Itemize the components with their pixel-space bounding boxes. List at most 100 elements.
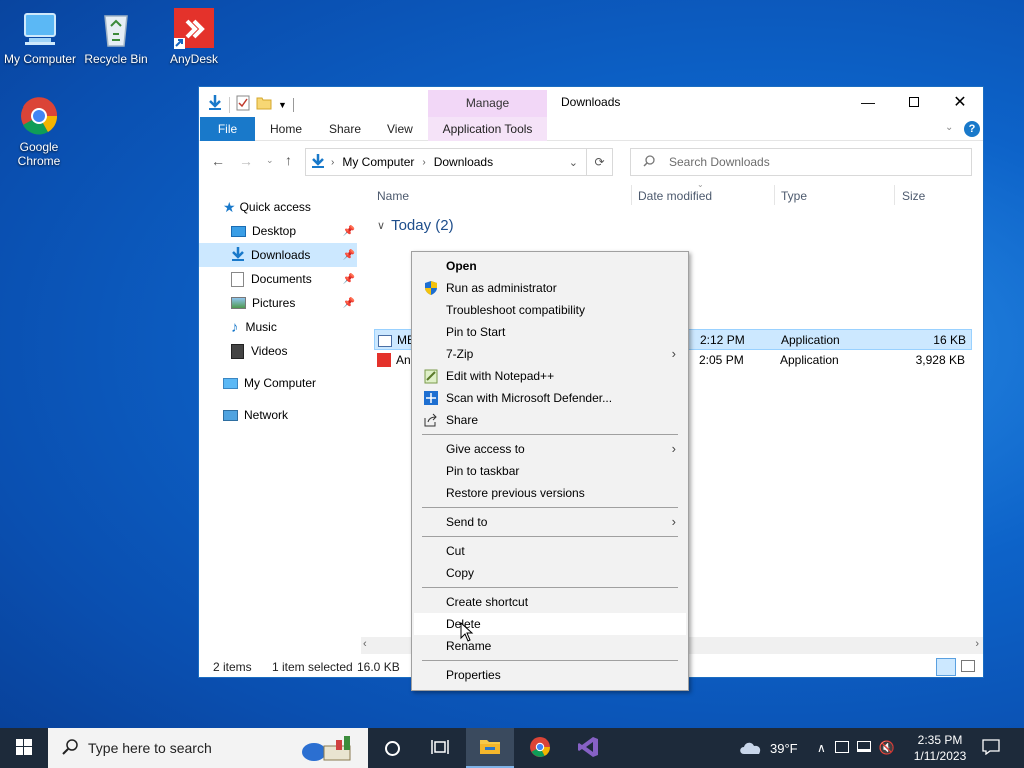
menu-item-give-access[interactable]: Give access to › — [414, 438, 686, 460]
cortana-button[interactable] — [368, 728, 416, 768]
desktop-icon-label: My Computer — [3, 52, 77, 66]
sidebar-item-videos[interactable]: Videos — [199, 339, 357, 363]
sidebar-item-pictures[interactable]: Pictures 📌 — [199, 291, 357, 315]
sidebar-item-my-computer[interactable]: My Computer — [223, 371, 316, 395]
forward-arrow-icon[interactable]: → — [239, 153, 253, 169]
breadcrumb-my-computer[interactable]: My Computer — [342, 155, 414, 169]
group-header-today[interactable]: ∨ Today (2) — [377, 217, 454, 234]
menu-item-copy[interactable]: Copy — [414, 562, 686, 584]
search-icon — [62, 738, 78, 758]
properties-icon[interactable] — [236, 95, 250, 114]
show-hidden-icons-chevron-icon[interactable]: ∧ — [817, 741, 826, 755]
tab-application-tools[interactable]: Application Tools — [428, 117, 547, 141]
sidebar-item-documents[interactable]: Documents 📌 — [199, 267, 357, 291]
uac-shield-icon — [423, 280, 439, 296]
documents-icon — [231, 271, 244, 287]
back-arrow-icon[interactable]: ← — [211, 153, 225, 169]
submenu-arrow-icon: › — [671, 441, 676, 456]
menu-item-pin-to-taskbar[interactable]: Pin to taskbar — [414, 460, 686, 482]
taskbar-chrome[interactable] — [516, 728, 564, 768]
menu-item-run-as-administrator[interactable]: Run as administrator — [414, 277, 686, 299]
column-header-size[interactable]: Size — [902, 183, 925, 205]
notification-center-button[interactable] — [968, 728, 1014, 768]
sidebar-item-network[interactable]: Network — [223, 403, 288, 427]
pin-icon[interactable]: 📌 — [343, 274, 355, 285]
menu-item-restore-versions[interactable]: Restore previous versions — [414, 482, 686, 504]
menu-item-delete[interactable]: Delete — [414, 613, 686, 635]
breadcrumb-downloads[interactable]: Downloads — [434, 155, 493, 169]
menu-item-pin-to-start[interactable]: Pin to Start — [414, 321, 686, 343]
pin-icon[interactable]: 📌 — [343, 226, 355, 237]
recent-locations-chevron-icon[interactable]: ⌄ — [266, 155, 274, 166]
anydesk-tray-icon[interactable] — [834, 740, 849, 756]
computer-icon — [223, 377, 238, 389]
taskbar-file-explorer[interactable] — [466, 728, 514, 768]
menu-item-open[interactable]: Open — [414, 255, 686, 277]
sidebar-item-downloads[interactable]: Downloads 📌 — [199, 243, 357, 267]
large-icons-view-button[interactable] — [961, 660, 975, 672]
up-arrow-icon[interactable]: ↑ — [285, 152, 292, 168]
pin-icon[interactable]: 📌 — [343, 250, 355, 261]
tab-file[interactable]: File — [200, 117, 255, 141]
taskbar-search-box[interactable]: Type here to search — [48, 728, 368, 768]
menu-item-share[interactable]: Share — [414, 409, 686, 431]
menu-item-create-shortcut[interactable]: Create shortcut — [414, 591, 686, 613]
details-view-button[interactable] — [936, 658, 956, 676]
start-button[interactable] — [0, 728, 48, 768]
address-bar[interactable]: › My Computer › Downloads ⌄ — [305, 148, 587, 176]
task-view-button[interactable] — [416, 728, 464, 768]
refresh-button[interactable]: ⟳ — [587, 148, 613, 176]
column-divider[interactable] — [631, 185, 632, 205]
minimize-button[interactable]: — — [845, 87, 891, 117]
pin-icon[interactable]: 📌 — [343, 298, 355, 309]
close-button[interactable]: ✕ — [937, 87, 983, 117]
menu-item-scan-defender[interactable]: Scan with Microsoft Defender... — [414, 387, 686, 409]
sidebar-item-music[interactable]: ♪ Music — [199, 315, 357, 339]
menu-item-edit-notepad[interactable]: Edit with Notepad++ — [414, 365, 686, 387]
taskbar-search-input[interactable]: Type here to search — [88, 740, 212, 756]
sidebar-item-label: My Computer — [244, 376, 317, 390]
menu-item-cut[interactable]: Cut — [414, 540, 686, 562]
column-header-type[interactable]: Type — [781, 183, 807, 205]
mouse-cursor-icon — [460, 621, 474, 645]
desktop-icon-recycle-bin[interactable]: Recycle Bin — [77, 8, 155, 66]
maximize-button[interactable] — [891, 87, 937, 117]
anydesk-icon — [173, 8, 215, 50]
desktop-icon-google-chrome[interactable]: Google Chrome — [0, 96, 78, 168]
tab-share[interactable]: Share — [329, 117, 361, 141]
menu-separator — [422, 507, 678, 508]
sidebar-item-desktop[interactable]: Desktop 📌 — [199, 219, 357, 243]
weather-widget[interactable]: 39°F — [738, 728, 798, 768]
title-bar[interactable]: ▼ Manage Downloads — ✕ — [199, 87, 983, 117]
desktop-icon-anydesk[interactable]: AnyDesk — [155, 8, 233, 66]
help-button[interactable]: ? — [964, 121, 980, 137]
menu-separator — [422, 536, 678, 537]
download-arrow-icon[interactable] — [207, 94, 223, 115]
column-divider[interactable] — [774, 185, 775, 205]
scroll-left-icon[interactable]: ‹ — [363, 638, 367, 650]
new-folder-icon[interactable] — [256, 95, 272, 114]
address-history-chevron-icon[interactable]: ⌄ — [569, 156, 578, 169]
tab-home[interactable]: Home — [270, 117, 302, 141]
customize-toolbar-chevron-icon[interactable]: ▼ — [278, 100, 287, 110]
desktop-icon-my-computer[interactable]: My Computer — [1, 8, 79, 66]
volume-muted-icon[interactable]: 🔇 — [879, 740, 895, 756]
column-divider[interactable] — [894, 185, 895, 205]
menu-item-troubleshoot[interactable]: Troubleshoot compatibility — [414, 299, 686, 321]
taskbar-visual-studio[interactable] — [564, 728, 612, 768]
column-header-name[interactable]: Name — [377, 183, 409, 205]
scroll-right-icon[interactable]: › — [975, 638, 979, 650]
expand-ribbon-icon[interactable]: ⌄ — [945, 122, 953, 133]
menu-item-properties[interactable]: Properties — [414, 664, 686, 686]
clock[interactable]: 2:35 PM 1/11/2023 — [912, 728, 968, 768]
desktop-icon — [231, 225, 246, 237]
menu-item-rename[interactable]: Rename — [414, 635, 686, 657]
search-input[interactable]: Search Downloads — [669, 155, 770, 169]
network-tray-icon[interactable] — [856, 741, 871, 755]
sidebar-item-quick-access[interactable]: ★ Quick access — [223, 195, 311, 219]
tab-view[interactable]: View — [387, 117, 413, 141]
menu-item-send-to[interactable]: Send to › — [414, 511, 686, 533]
search-box[interactable]: Search Downloads — [630, 148, 972, 176]
menu-item-7zip[interactable]: 7-Zip › — [414, 343, 686, 365]
tab-manage[interactable]: Manage — [428, 90, 547, 117]
